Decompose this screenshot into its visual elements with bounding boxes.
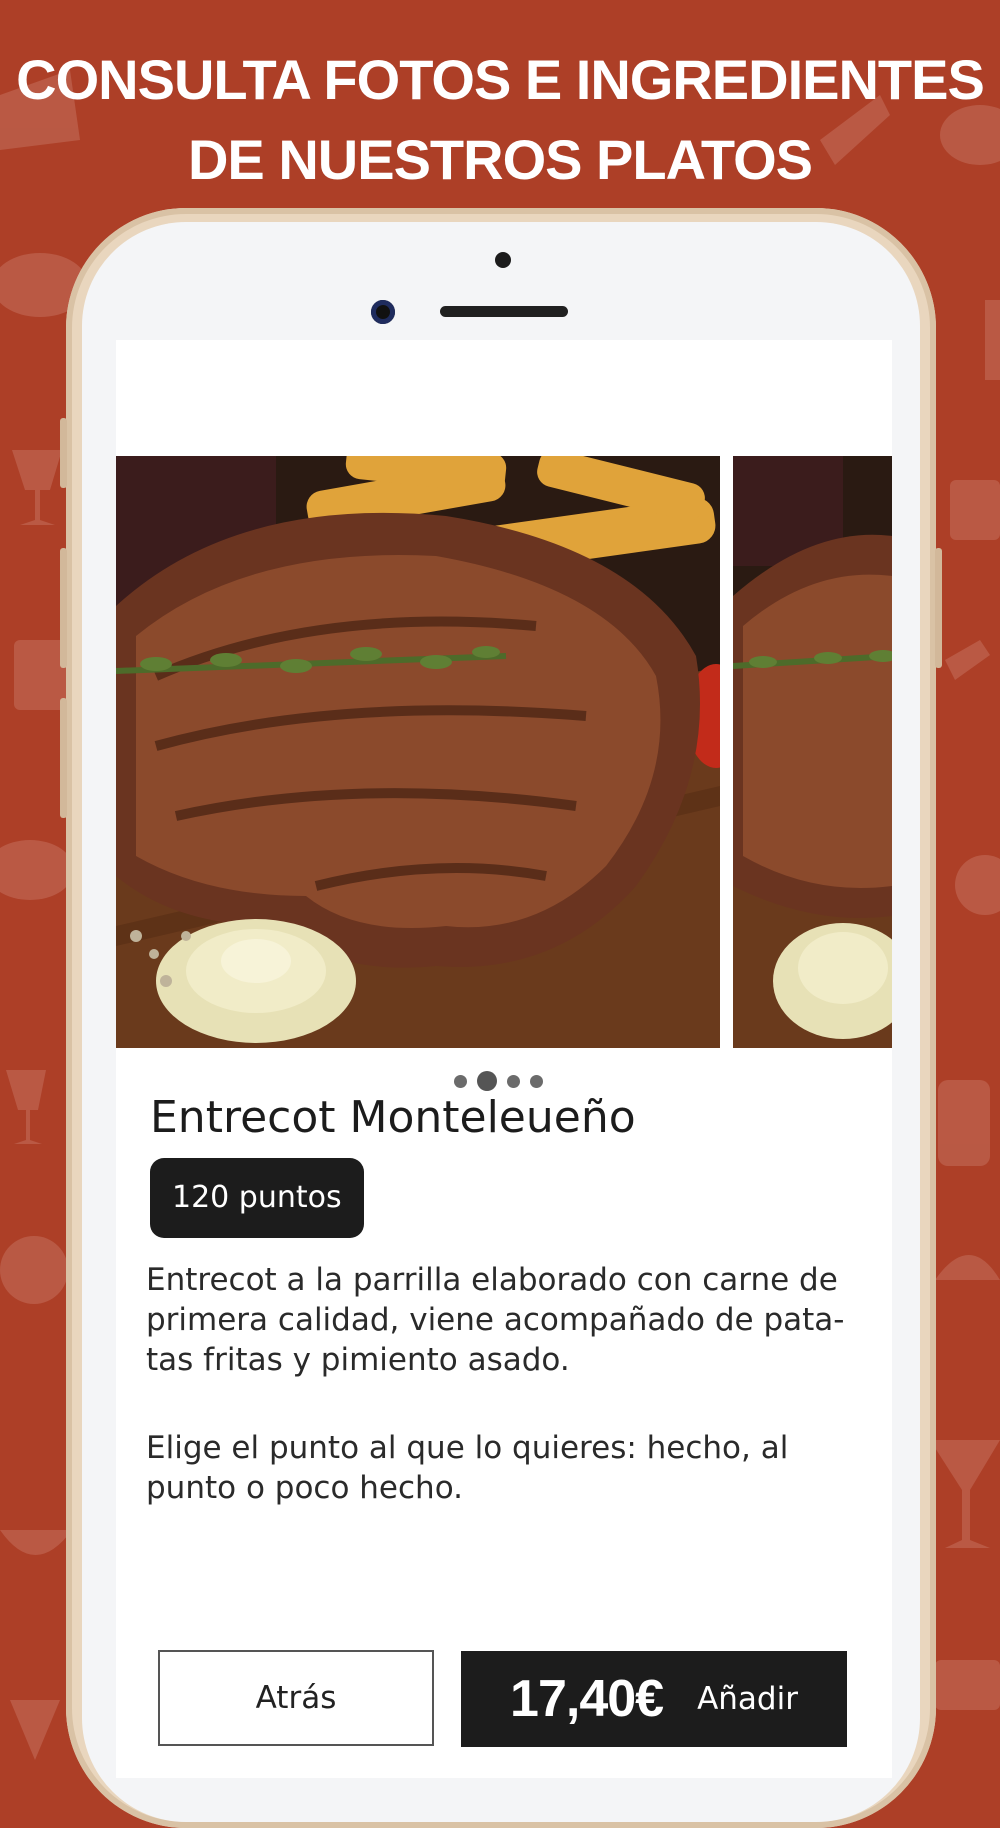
carousel-dot-4[interactable] bbox=[530, 1074, 543, 1088]
knife-fork-icon bbox=[945, 640, 990, 680]
chicken-leg-icon bbox=[0, 840, 74, 900]
mute-switch bbox=[60, 418, 67, 488]
back-button-label: Atrás bbox=[255, 1680, 337, 1716]
steak-photo-next bbox=[733, 456, 892, 1048]
headline-line-2: DE NUESTROS PLATOS bbox=[187, 128, 813, 191]
ice-cream-icon bbox=[10, 1700, 60, 1760]
dish-photo-next[interactable] bbox=[733, 456, 892, 1048]
carousel-dot-3[interactable] bbox=[507, 1074, 520, 1088]
dessert-icon bbox=[938, 1080, 990, 1166]
dish-title: Entrecot Monteleueño bbox=[150, 1092, 636, 1143]
carousel-indicator bbox=[454, 1071, 543, 1091]
app-screen: Entrecot Monteleueño 120 puntos Entrecot… bbox=[116, 340, 892, 1778]
wine-glass-icon-2 bbox=[6, 1070, 46, 1144]
power-button bbox=[935, 548, 942, 668]
fork-icon bbox=[985, 300, 1000, 380]
back-button[interactable]: Atrás bbox=[158, 1650, 434, 1746]
cocktail-icon bbox=[950, 480, 1000, 540]
headline-line-1: CONSULTA FOTOS E INGREDIENTES bbox=[16, 48, 985, 111]
cake-icon-right bbox=[935, 1660, 1000, 1710]
dish-photo-current[interactable] bbox=[116, 456, 720, 1048]
add-to-cart-button[interactable]: 17,40€ Añadir bbox=[461, 1651, 847, 1747]
plate-icon bbox=[955, 855, 1000, 915]
add-button-label: Añadir bbox=[697, 1681, 798, 1717]
bowl-icon bbox=[0, 1530, 72, 1555]
promo-headline: CONSULTA FOTOS E INGREDIENTES DE NUESTRO… bbox=[0, 40, 1000, 200]
volume-down-button bbox=[60, 698, 67, 818]
points-badge: 120 puntos bbox=[150, 1158, 364, 1238]
spaghetti-icon bbox=[935, 1255, 1000, 1280]
wine-glass-icon bbox=[12, 450, 62, 525]
earpiece-speaker bbox=[440, 306, 568, 317]
apple-icon bbox=[0, 1236, 68, 1304]
dish-price: 17,40€ bbox=[510, 1670, 664, 1728]
carousel-dot-2-active[interactable] bbox=[477, 1071, 497, 1091]
steak-photo bbox=[116, 456, 720, 1048]
carousel-dot-1[interactable] bbox=[454, 1074, 467, 1088]
martini-icon bbox=[930, 1440, 1000, 1548]
dish-cooking-note: Elige el punto al que lo quieres: hecho,… bbox=[146, 1430, 789, 1506]
proximity-sensor bbox=[495, 252, 511, 268]
front-camera bbox=[371, 300, 395, 324]
volume-up-button bbox=[60, 548, 67, 668]
dish-description: Entrecot a la parrilla elaborado con car… bbox=[146, 1262, 845, 1378]
